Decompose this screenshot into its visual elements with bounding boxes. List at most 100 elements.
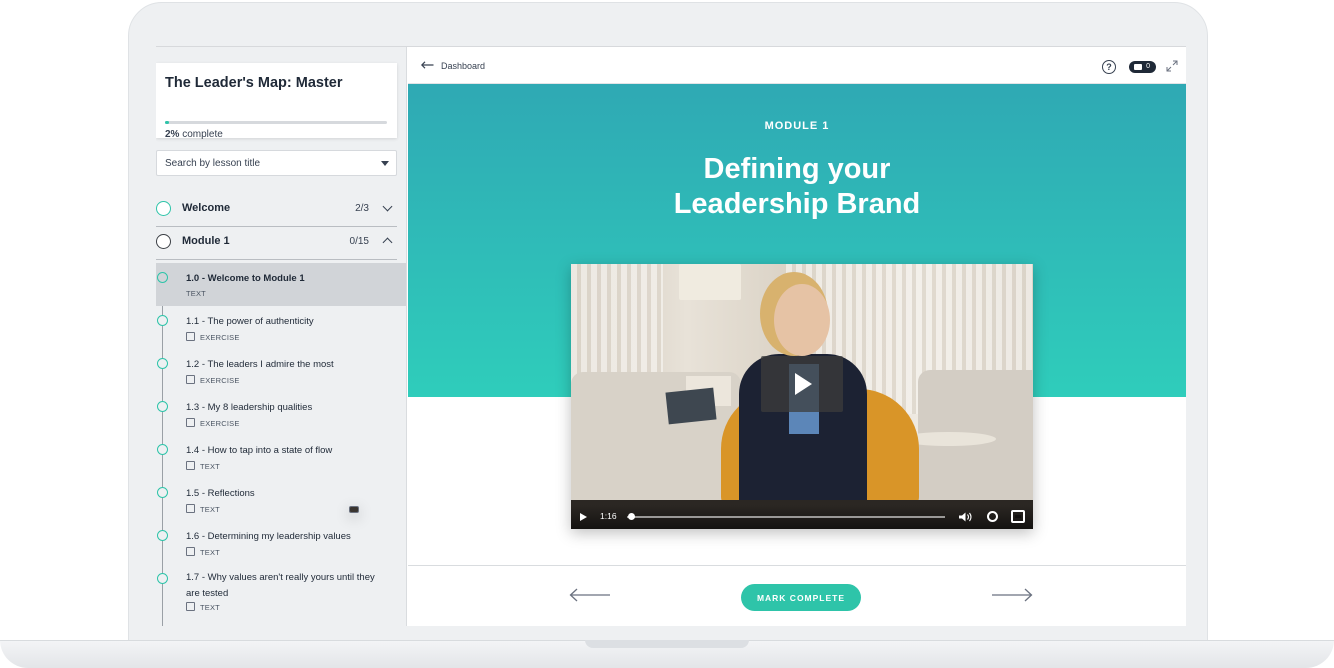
course-sidebar: The Leader's Map: Master 2% complete Wel…: [156, 47, 407, 626]
lesson-type-label: TEXT: [200, 505, 220, 514]
lesson-item[interactable]: 1.2 - The leaders I admire the most EXER…: [156, 349, 406, 392]
volume-icon[interactable]: [959, 512, 972, 522]
lesson-title: 1.6 - Determining my leadership values: [186, 531, 351, 542]
comments-button[interactable]: 0: [1129, 61, 1156, 73]
section-count: 0/15: [349, 236, 369, 247]
caret-down-icon[interactable]: [381, 161, 389, 166]
video-pillow: [665, 387, 717, 425]
section-status-ring-icon: [156, 234, 171, 249]
lesson-search-input[interactable]: [165, 151, 365, 175]
lesson-item[interactable]: 1.7 - Why values aren't really yours unt…: [156, 564, 406, 616]
lesson-title: 1.3 - My 8 leadership qualities: [186, 402, 313, 413]
previous-lesson-arrow-icon[interactable]: [569, 588, 611, 602]
lesson-title: 1.4 - How to tap into a state of flow: [186, 445, 333, 456]
play-icon: [795, 373, 812, 395]
lesson-status-dot: [157, 530, 168, 541]
course-progress-text: 2% complete: [165, 129, 223, 140]
lesson-item[interactable]: 1.5 - Reflections TEXT: [156, 478, 406, 521]
progress-suffix: complete: [179, 129, 223, 140]
help-icon[interactable]: ?: [1102, 60, 1116, 74]
lesson-title: 1.7 - Why values aren't really yours unt…: [186, 572, 375, 599]
lesson-search[interactable]: [156, 150, 397, 176]
lesson-status-dot: [157, 272, 168, 283]
video-controls: 1:16: [571, 505, 1033, 529]
lesson-heading-line2: Leadership Brand: [673, 188, 921, 220]
laptop-notch: [585, 640, 749, 648]
lesson-type: TEXT: [186, 289, 359, 513]
lesson-title: 1.1 - The power of authenticity: [186, 316, 314, 327]
text-icon: [186, 504, 195, 513]
course-title: The Leader's Map: Master: [165, 75, 343, 91]
lesson-type: TEXT: [186, 547, 220, 557]
video-seek-handle[interactable]: [628, 513, 636, 520]
text-icon: [186, 547, 195, 556]
section-label: Welcome: [182, 202, 231, 214]
lesson-status-dot: [157, 315, 168, 326]
video-presenter-head: [774, 284, 830, 356]
mark-complete-button[interactable]: MARK COMPLETE: [741, 584, 861, 611]
section-status-ring-icon: [156, 201, 171, 216]
lesson-item[interactable]: 1.3 - My 8 leadership qualities EXERCISE: [156, 392, 406, 435]
lesson-heading: Defining your Leadership Brand: [408, 152, 1186, 222]
section-module-1[interactable]: Module 1 0/15: [156, 223, 397, 260]
comments-count: 0: [1146, 63, 1150, 70]
back-arrow-icon[interactable]: [421, 61, 434, 69]
section-count: 2/3: [355, 203, 369, 214]
exercise-icon: [186, 418, 195, 427]
lesson-status-dot: [157, 573, 168, 584]
video-current-time: 1:16: [600, 511, 617, 521]
top-bar: Dashboard ? 0: [408, 47, 1186, 84]
lesson-title: 1.0 - Welcome to Module 1: [186, 273, 305, 284]
exercise-icon: [186, 332, 195, 341]
lesson-type: TEXT: [186, 461, 220, 471]
app-screen: The Leader's Map: Master 2% complete Wel…: [156, 46, 1186, 626]
lesson-main: Dashboard ? 0 MODULE 1 Defining your Lea…: [408, 47, 1186, 626]
expand-icon[interactable]: [1166, 60, 1178, 72]
course-progress-fill: [165, 121, 170, 124]
section-welcome[interactable]: Welcome 2/3: [156, 190, 397, 227]
chevron-up-icon[interactable]: [382, 237, 393, 248]
lesson-type: EXERCISE: [186, 375, 240, 385]
lesson-title: 1.5 - Reflections: [186, 488, 255, 499]
lesson-heading-line1: Defining your: [703, 153, 891, 185]
lesson-type-label: EXERCISE: [200, 376, 240, 385]
lesson-type: TEXT: [186, 602, 220, 612]
lesson-title: 1.2 - The leaders I admire the most: [186, 359, 334, 370]
progress-percent: 2%: [165, 129, 180, 140]
text-icon: [186, 461, 195, 470]
module-label: MODULE 1: [764, 120, 830, 132]
lesson-status-dot: [157, 401, 168, 412]
footer-divider: [408, 565, 1186, 566]
chevron-down-icon[interactable]: [382, 201, 393, 212]
lesson-type: EXERCISE: [186, 332, 240, 342]
settings-gear-icon[interactable]: [987, 511, 998, 522]
video-seek-bar[interactable]: [627, 516, 945, 518]
lesson-item[interactable]: 1.0 - Welcome to Module 1 TEXT: [156, 263, 406, 513]
lesson-item[interactable]: 1.6 - Determining my leadership values T…: [156, 521, 406, 564]
section-label: Module 1: [182, 235, 230, 247]
lesson-type-label: TEXT: [200, 603, 220, 612]
lesson-status-dot: [157, 358, 168, 369]
next-lesson-arrow-icon[interactable]: [991, 588, 1033, 602]
course-progress-bar: [165, 121, 387, 124]
lesson-type-label: TEXT: [200, 462, 220, 471]
video-player[interactable]: 1:16: [571, 264, 1033, 529]
video-lamp: [679, 264, 741, 300]
fullscreen-icon[interactable]: [1011, 510, 1025, 523]
lesson-list: 1.0 - Welcome to Module 1 TEXT 1.1 - The…: [156, 263, 406, 626]
lesson-item[interactable]: 1.1 - The power of authenticity EXERCISE: [156, 306, 406, 349]
lesson-type-label: TEXT: [186, 289, 206, 298]
play-icon[interactable]: [580, 513, 587, 521]
lesson-type-label: EXERCISE: [200, 333, 240, 342]
course-card: The Leader's Map: Master 2% complete: [156, 63, 397, 140]
video-play-button[interactable]: [761, 356, 843, 412]
lesson-type: EXERCISE: [186, 418, 240, 428]
text-icon: [186, 602, 195, 611]
lesson-type-label: EXERCISE: [200, 419, 240, 428]
lesson-item[interactable]: 1.4 - How to tap into a state of flow TE…: [156, 435, 406, 478]
lesson-status-dot: [157, 487, 168, 498]
exercise-icon: [186, 375, 195, 384]
dashboard-link[interactable]: Dashboard: [441, 61, 485, 71]
lesson-status-dot: [157, 444, 168, 455]
lesson-type: TEXT: [186, 504, 220, 514]
